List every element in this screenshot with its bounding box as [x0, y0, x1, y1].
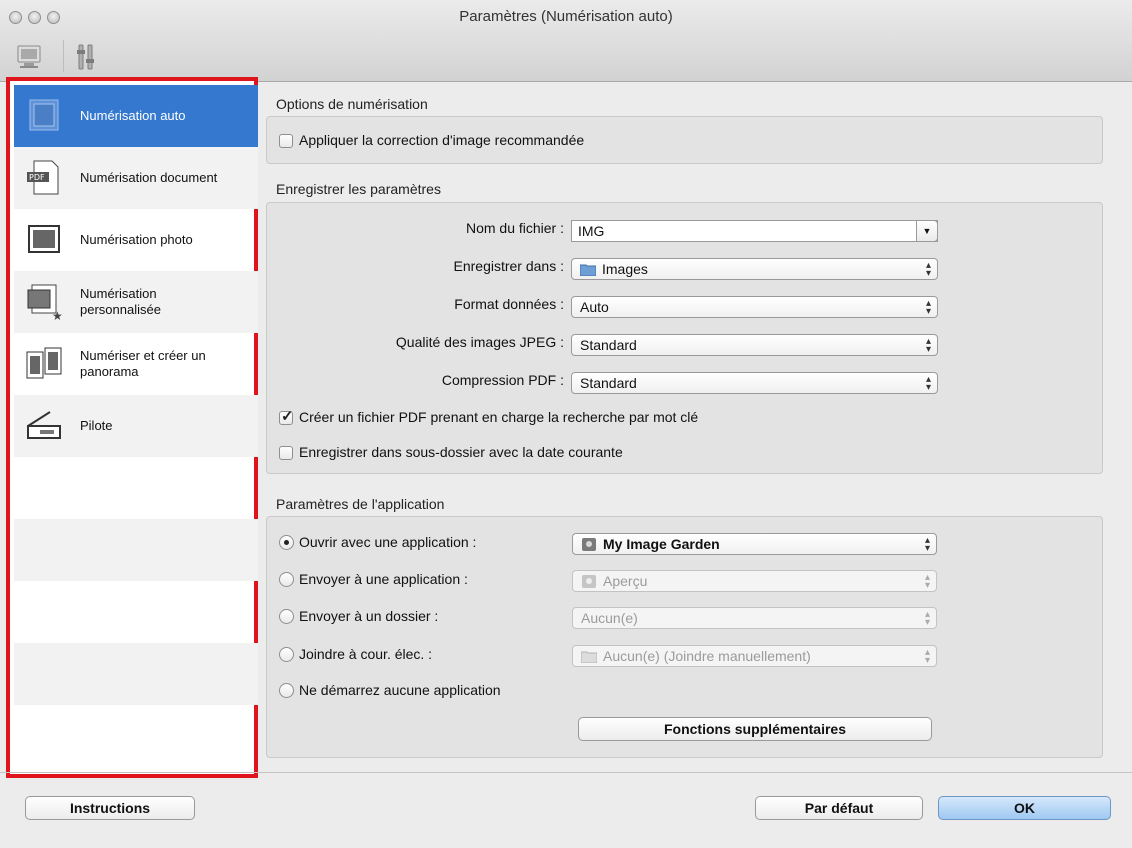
- highlight-frame: Numérisation auto PDF Numérisation docum…: [6, 77, 258, 778]
- updown-arrows-icon: ▴ ▾: [925, 298, 931, 317]
- scan-from-computer-icon[interactable]: [12, 40, 46, 74]
- folder-icon: [581, 651, 597, 663]
- send-to-app-label: Envoyer à une application :: [299, 571, 468, 587]
- date-subfolder-checkbox[interactable]: [279, 446, 293, 460]
- panorama-icon: [24, 344, 64, 384]
- checkmark-icon: ✓: [281, 408, 294, 425]
- updown-arrows-icon: ▴ ▾: [924, 535, 930, 554]
- sidebar: Numérisation auto PDF Numérisation docum…: [14, 85, 258, 778]
- footer-divider: [0, 772, 1132, 773]
- pdf-compression-label: Compression PDF :: [441, 372, 564, 388]
- keyword-pdf-checkbox[interactable]: ✓: [279, 408, 294, 425]
- data-format-value: Auto: [580, 299, 609, 315]
- updown-arrows-icon: ▴ ▾: [924, 572, 930, 591]
- title-bar: Paramètres (Numérisation auto): [0, 0, 1132, 82]
- instructions-button[interactable]: Instructions: [25, 796, 195, 820]
- auto-scan-icon: [24, 96, 64, 136]
- pdf-compression-value: Standard: [580, 375, 637, 391]
- app-settings-title: Paramètres de l'application: [276, 496, 445, 512]
- send-to-app-radio[interactable]: [279, 572, 294, 587]
- attach-email-label: Joindre à cour. élec. :: [299, 646, 433, 662]
- svg-text:★: ★: [52, 309, 63, 322]
- window-title: Paramètres (Numérisation auto): [459, 8, 673, 25]
- updown-arrows-icon: ▴ ▾: [924, 609, 930, 628]
- radio-selected-dot: [284, 540, 289, 545]
- updown-arrows-icon: ▴ ▾: [925, 260, 931, 279]
- no-app-label: Ne démarrez aucune application: [299, 682, 501, 698]
- file-name-label: Nom du fichier :: [465, 220, 564, 236]
- preview-app-icon: [582, 574, 596, 588]
- data-format-label: Format données :: [454, 296, 564, 312]
- sidebar-empty-row: [14, 581, 258, 643]
- scan-options-title: Options de numérisation: [276, 96, 428, 112]
- sidebar-item-custom-scan[interactable]: ★ Numérisation personnalisée: [14, 271, 258, 333]
- pdf-document-icon: PDF: [24, 158, 64, 198]
- updown-arrows-icon: ▴ ▾: [925, 336, 931, 355]
- save-settings-group: Nom du fichier : IMG ▼ Enregistrer dans …: [266, 202, 1103, 474]
- sidebar-empty-row: [14, 643, 258, 705]
- sidebar-item-label: Numérisation personnalisée: [80, 286, 161, 317]
- save-in-value: Images: [602, 261, 648, 277]
- save-in-label: Enregistrer dans :: [453, 258, 565, 274]
- send-to-app-popup[interactable]: Aperçu ▴ ▾: [572, 570, 937, 592]
- jpeg-quality-label: Qualité des images JPEG :: [395, 334, 564, 350]
- data-format-popup[interactable]: Auto ▴ ▾: [571, 296, 938, 318]
- ok-button[interactable]: OK: [938, 796, 1111, 820]
- sidebar-item-photo-scan[interactable]: Numérisation photo: [14, 209, 258, 271]
- app-settings-group: Ouvrir avec une application : My Image G…: [266, 516, 1103, 758]
- jpeg-quality-popup[interactable]: Standard ▴ ▾: [571, 334, 938, 356]
- updown-arrows-icon: ▴ ▾: [924, 647, 930, 666]
- file-name-value: IMG: [578, 223, 605, 239]
- scan-options-group: Appliquer la correction d'image recomman…: [266, 116, 1103, 164]
- toolbar-separator: [63, 40, 64, 72]
- save-settings-title: Enregistrer les paramètres: [276, 181, 441, 197]
- apply-correction-label: Appliquer la correction d'image recomman…: [299, 132, 585, 148]
- attach-email-value: Aucun(e) (Joindre manuellement): [603, 648, 811, 664]
- attach-email-popup[interactable]: Aucun(e) (Joindre manuellement) ▴ ▾: [572, 645, 937, 667]
- sidebar-item-driver[interactable]: Pilote: [14, 395, 258, 457]
- folder-icon: [580, 264, 596, 276]
- sidebar-item-panorama[interactable]: Numériser et créer un panorama: [14, 333, 258, 395]
- attach-email-radio[interactable]: [279, 647, 294, 662]
- scanner-driver-icon: [24, 406, 64, 446]
- general-settings-icon[interactable]: [70, 40, 104, 74]
- file-name-combo[interactable]: IMG ▼: [571, 220, 938, 242]
- sidebar-item-label: Numérisation document: [80, 170, 218, 185]
- sidebar-empty-row: [14, 457, 258, 519]
- sidebar-item-document-scan[interactable]: PDF Numérisation document: [14, 147, 258, 209]
- sidebar-item-label: Pilote: [80, 418, 113, 433]
- file-name-dropdown-button[interactable]: ▼: [916, 220, 938, 242]
- send-to-folder-popup[interactable]: Aucun(e) ▴ ▾: [572, 607, 937, 629]
- open-with-popup[interactable]: My Image Garden ▴ ▾: [572, 533, 937, 555]
- my-image-garden-icon: [582, 537, 596, 551]
- svg-text:PDF: PDF: [29, 173, 45, 182]
- apply-correction-checkbox[interactable]: [279, 134, 293, 148]
- save-in-popup[interactable]: Images ▴ ▾: [571, 258, 938, 280]
- open-with-value: My Image Garden: [603, 536, 720, 552]
- send-to-folder-value: Aucun(e): [581, 610, 638, 626]
- defaults-button[interactable]: Par défaut: [755, 796, 923, 820]
- chevron-down-icon: ▼: [922, 226, 932, 236]
- photo-scan-icon: [24, 220, 64, 260]
- sidebar-item-label: Numérisation photo: [80, 232, 193, 247]
- updown-arrows-icon: ▴ ▾: [925, 374, 931, 393]
- open-with-label: Ouvrir avec une application :: [299, 534, 477, 550]
- sidebar-item-label: Numériser et créer un panorama: [80, 348, 206, 379]
- send-to-folder-label: Envoyer à un dossier :: [299, 608, 439, 624]
- custom-scan-icon: ★: [24, 282, 64, 323]
- sidebar-item-label: Numérisation auto: [80, 108, 186, 123]
- sidebar-item-auto-scan[interactable]: Numérisation auto: [14, 85, 258, 147]
- jpeg-quality-value: Standard: [580, 337, 637, 353]
- sidebar-empty-row: [14, 705, 258, 767]
- settings-window: Paramètres (Numérisation auto) Numérisat…: [0, 0, 1132, 848]
- date-subfolder-label: Enregistrer dans sous-dossier avec la da…: [299, 444, 623, 460]
- send-to-folder-radio[interactable]: [279, 609, 294, 624]
- pdf-compression-popup[interactable]: Standard ▴ ▾: [571, 372, 938, 394]
- keyword-pdf-label: Créer un fichier PDF prenant en charge l…: [299, 409, 699, 425]
- sidebar-empty-row: [14, 519, 258, 581]
- send-to-app-value: Aperçu: [603, 573, 648, 589]
- open-with-radio[interactable]: [279, 535, 294, 550]
- more-functions-button[interactable]: Fonctions supplémentaires: [578, 717, 932, 741]
- no-app-radio[interactable]: [279, 683, 294, 698]
